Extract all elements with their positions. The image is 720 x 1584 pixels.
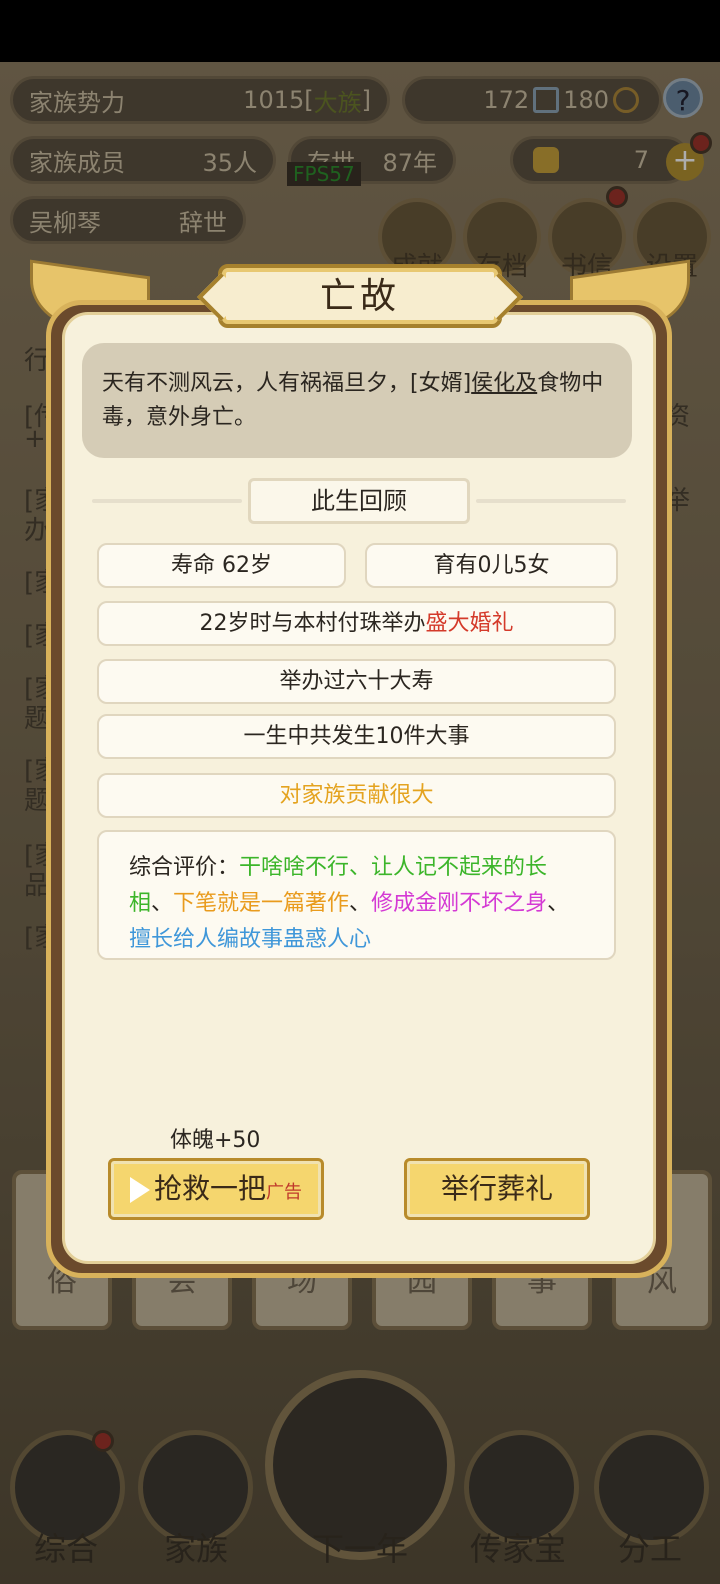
rescue-hint: 体魄+50 <box>170 1128 261 1153</box>
section-title: 此生回顾 <box>248 478 470 524</box>
children-card: 育有0儿5女 <box>365 543 618 588</box>
lifespan-card: 寿命 62岁 <box>97 543 346 588</box>
rescue-button[interactable]: 抢救一把广告 <box>108 1158 324 1220</box>
life-review-header: 此生回顾 <box>92 478 626 524</box>
ad-tag: 广告 <box>266 1182 302 1203</box>
rescue-label: 抢救一把 <box>153 1172 266 1205</box>
dialog-title: 亡故 <box>218 264 502 328</box>
trait-3: 修成金刚不坏之身 <box>371 891 548 916</box>
wedding-text: 22岁时与本村付珠举办 <box>199 611 426 636</box>
description-person-name[interactable]: 侯化及 <box>471 371 537 396</box>
trait-separator: 、 <box>547 891 570 916</box>
divider <box>92 499 242 503</box>
evaluation-card: 综合评价：干啥啥不行、让人记不起来的长相、下笔就是一篇著作、修成金刚不坏之身、擅… <box>97 830 616 960</box>
trait-2: 下笔就是一篇著作 <box>173 891 350 916</box>
funeral-label: 举行葬礼 <box>440 1172 553 1205</box>
events-card: 一生中共发生10件大事 <box>97 714 616 759</box>
trait-4: 擅长给人编故事蛊惑人心 <box>129 927 372 952</box>
funeral-button[interactable]: 举行葬礼 <box>404 1158 590 1220</box>
divider <box>476 499 626 503</box>
death-description: 天有不测风云，人有祸福旦夕，[女婿]侯化及食物中毒，意外身亡。 <box>82 343 632 458</box>
wedding-card: 22岁时与本村付珠举办盛大婚礼 <box>97 601 616 646</box>
status-bar <box>0 0 720 62</box>
evaluation-label: 综合评价： <box>129 855 240 880</box>
game-screen: 家族势力 1015 [ 大族 ] 172 180 ? 家族成员 35人 存世 8… <box>0 0 720 1584</box>
trait-separator: 、 <box>349 891 372 916</box>
trait-separator: 、 <box>151 891 174 916</box>
description-text-a: 天有不测风云，人有祸福旦夕，[女婿] <box>102 371 472 396</box>
play-ad-icon <box>129 1177 150 1203</box>
contribution-card: 对家族贡献很大 <box>97 773 616 818</box>
wedding-highlight: 盛大婚礼 <box>425 611 514 636</box>
birthday-card: 举办过六十大寿 <box>97 659 616 704</box>
